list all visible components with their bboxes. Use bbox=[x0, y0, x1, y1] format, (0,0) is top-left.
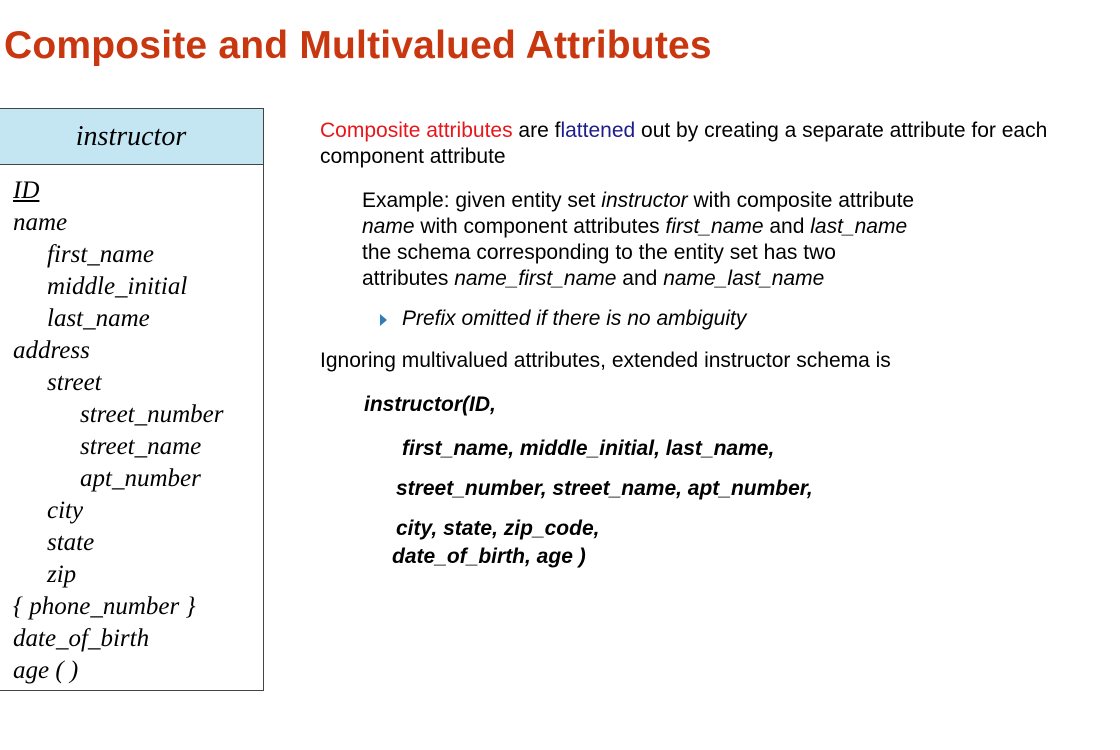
attribute: age ( ) bbox=[13, 657, 79, 684]
schema-line: first_name, middle_initial, last_name, bbox=[402, 437, 775, 460]
slide-title: Composite and Multivalued Attributes bbox=[4, 24, 712, 67]
slide-content: Composite attributes are flattened out b… bbox=[320, 118, 1100, 570]
attribute: middle_initial bbox=[47, 273, 188, 300]
attribute: address bbox=[13, 337, 90, 364]
term-composite-attributes: Composite attributes bbox=[320, 119, 513, 142]
paragraph-ignoring-multivalued: Ignoring multivalued attributes, extende… bbox=[320, 349, 891, 372]
primary-key-attribute: ID bbox=[13, 177, 40, 204]
attribute: last_name bbox=[47, 305, 150, 332]
text-fragment: and bbox=[763, 215, 811, 238]
italic-term: last_name bbox=[810, 215, 908, 238]
text-fragment: and bbox=[616, 267, 664, 290]
attribute: apt_number bbox=[80, 465, 201, 492]
text-fragment: Example: given entity set bbox=[362, 189, 602, 212]
schema-line: city, state, zip_code, bbox=[396, 517, 600, 540]
bullet-text: Prefix omitted if there is no ambiguity bbox=[402, 307, 747, 330]
entity-name: instructor bbox=[0, 109, 263, 165]
italic-term: instructor bbox=[601, 189, 688, 212]
paragraph-composite: Composite attributes are flattened out b… bbox=[320, 118, 1100, 170]
attribute: zip bbox=[47, 561, 77, 588]
attribute-list: ID name first_name middle_initial last_namea… bbox=[0, 165, 263, 687]
text-fragment: with composite attribute bbox=[687, 189, 915, 212]
attribute: { phone_number } bbox=[13, 593, 196, 620]
bullet-prefix-omitted: Prefix omitted if there is no ambiguity bbox=[380, 306, 1100, 332]
schema-line: date_of_birth, age ) bbox=[392, 545, 586, 568]
entity-box-instructor: instructor ID name first_name middle_initia… bbox=[0, 108, 264, 691]
schema-line: instructor(ID, bbox=[364, 393, 496, 416]
schema-line: street_number, street_name, apt_number, bbox=[396, 477, 813, 500]
text-fragment: with component attributes bbox=[414, 215, 666, 238]
text-fragment: are f bbox=[512, 119, 561, 142]
italic-term: name_last_name bbox=[663, 267, 825, 290]
attribute: street_number bbox=[80, 401, 224, 428]
attribute: date_of_birth bbox=[13, 625, 150, 652]
attribute: first_name bbox=[47, 241, 154, 268]
example-paragraph: Example: given entity set instructor wit… bbox=[362, 188, 922, 292]
attribute: state bbox=[47, 529, 95, 556]
attribute: city bbox=[47, 497, 84, 524]
attribute: street_name bbox=[80, 433, 202, 460]
italic-term: name_first_name bbox=[454, 267, 617, 290]
attribute: name bbox=[13, 209, 68, 236]
italic-term: first_name bbox=[665, 215, 764, 238]
attribute: street bbox=[47, 369, 102, 396]
italic-term: name bbox=[362, 215, 415, 238]
bullet-arrow-icon bbox=[380, 314, 387, 326]
term-flattened: lattened bbox=[560, 119, 636, 142]
